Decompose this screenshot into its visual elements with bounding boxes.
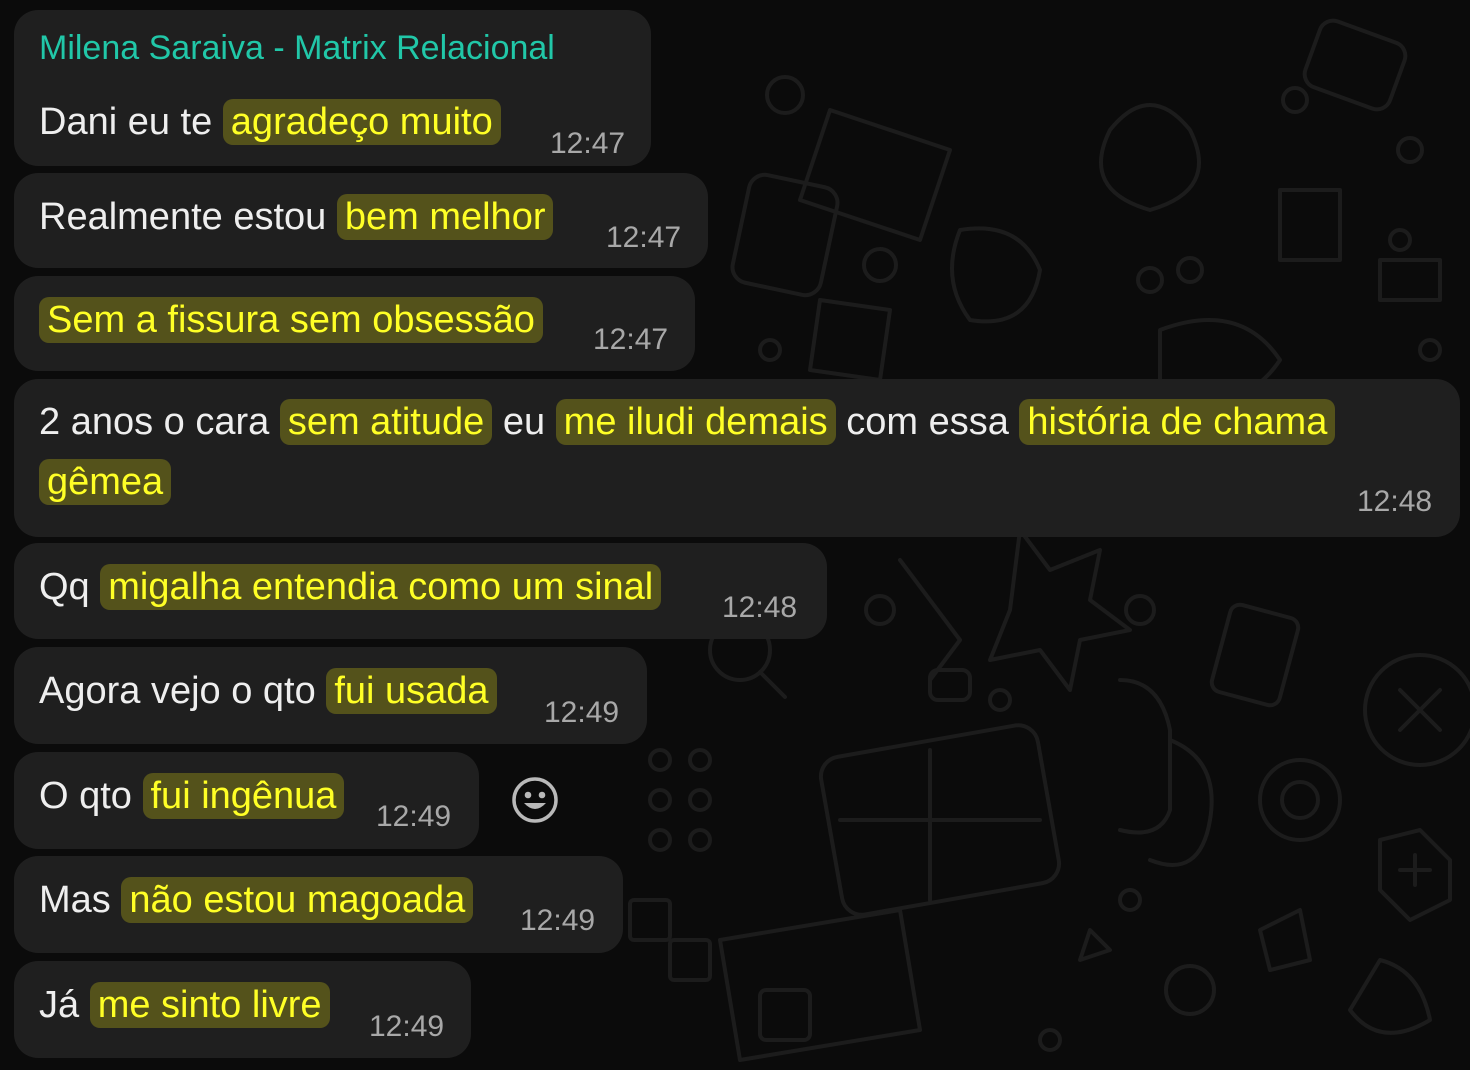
- message-timestamp: 12:49: [376, 800, 452, 833]
- message-timestamp: 12:47: [550, 127, 626, 160]
- message-text: Sem a fissura sem obsessão: [39, 290, 543, 350]
- message-text: Qq migalha entendia como um sinal: [39, 557, 662, 617]
- message-timestamp: 12:47: [593, 323, 669, 356]
- message-list: Milena Saraiva - Matrix Relacional Dani …: [0, 0, 1470, 1070]
- highlighted-text: fui usada: [326, 668, 497, 714]
- message-bubble[interactable]: Já me sinto livre 12:49: [14, 961, 471, 1058]
- message-timestamp: 12:49: [520, 904, 596, 937]
- message-bubble[interactable]: Realmente estou bem melhor 12:47: [14, 173, 708, 268]
- message-bubble[interactable]: 2 anos o cara sem atitude eu me iludi de…: [14, 379, 1460, 537]
- highlighted-text: gêmea: [39, 459, 172, 505]
- message-bubble[interactable]: Agora vejo o qto fui usada 12:49: [14, 647, 647, 744]
- highlighted-text: bem melhor: [336, 194, 554, 240]
- highlighted-text: não estou magoada: [121, 877, 474, 923]
- highlighted-text: história de chama: [1019, 399, 1336, 445]
- message-text: Mas não estou magoada: [39, 870, 474, 930]
- highlighted-text: Sem a fissura sem obsessão: [39, 297, 543, 343]
- sender-name[interactable]: Milena Saraiva - Matrix Relacional: [39, 29, 555, 68]
- message-text: Já me sinto livre: [39, 975, 330, 1035]
- message-timestamp: 12:47: [606, 221, 682, 254]
- message-bubble[interactable]: O qto fui ingênua 12:49: [14, 752, 479, 849]
- message-text: Dani eu te agradeço muito: [39, 92, 501, 152]
- message-text-line: 2 anos o cara sem atitude eu me iludi de…: [39, 392, 1336, 452]
- message-text-line: gêmea: [39, 452, 172, 512]
- message-text: Realmente estou bem melhor: [39, 187, 554, 247]
- message-timestamp: 12:49: [369, 1010, 445, 1043]
- message-bubble[interactable]: Qq migalha entendia como um sinal 12:48: [14, 543, 827, 639]
- highlighted-text: me sinto livre: [89, 982, 330, 1028]
- message-bubble[interactable]: Milena Saraiva - Matrix Relacional Dani …: [14, 10, 651, 166]
- message-timestamp: 12:49: [544, 696, 620, 729]
- highlighted-text: sem atitude: [279, 399, 493, 445]
- message-text: O qto fui ingênua: [39, 766, 345, 826]
- message-timestamp: 12:48: [1357, 485, 1433, 518]
- highlighted-text: me iludi demais: [555, 399, 836, 445]
- highlighted-text: migalha entendia como um sinal: [100, 564, 662, 610]
- highlighted-text: fui ingênua: [142, 773, 345, 819]
- highlighted-text: agradeço muito: [222, 99, 501, 145]
- message-bubble[interactable]: Mas não estou magoada 12:49: [14, 856, 623, 953]
- message-timestamp: 12:48: [722, 591, 798, 624]
- smiley-face-icon[interactable]: [510, 775, 560, 825]
- message-bubble[interactable]: Sem a fissura sem obsessão 12:47: [14, 276, 695, 371]
- message-text: Agora vejo o qto fui usada: [39, 661, 497, 721]
